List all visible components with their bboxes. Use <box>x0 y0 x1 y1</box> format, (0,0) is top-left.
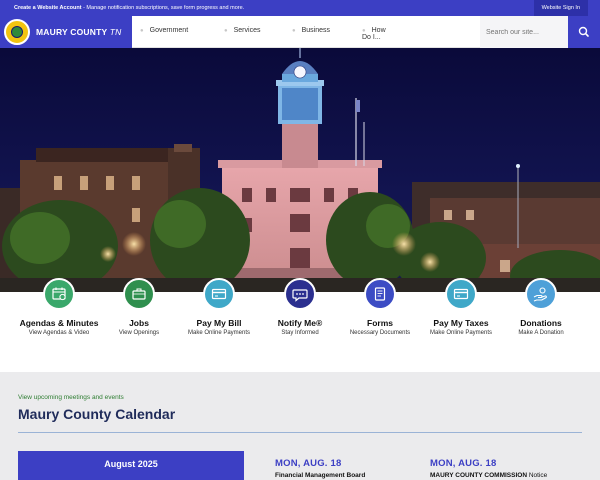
event-name-bold: Financial Management Board <box>275 472 366 479</box>
account-message: Create a Website Account - Manage notifi… <box>14 5 244 11</box>
briefcase-icon <box>123 278 155 310</box>
nav-item-label: Government <box>149 27 189 34</box>
quick-link-title: Notify Me® <box>277 318 323 328</box>
calendar-kicker-link[interactable]: View upcoming meetings and events <box>18 394 124 401</box>
event-name: MAURY COUNTY COMMISSION Notice <box>430 472 580 479</box>
event-name-rest: Notice <box>527 472 548 479</box>
nav-item-government[interactable]: ● Government <box>140 27 188 34</box>
search-box <box>480 16 568 48</box>
event-name: Financial Management Board <box>275 472 425 479</box>
quick-link-title: Agendas & Minutes <box>19 318 99 328</box>
bullet-icon: ● <box>292 28 296 34</box>
quick-link-agendas-minutes[interactable]: Agendas & Minutes View Agendas & Video <box>19 278 99 336</box>
create-account-link[interactable]: Create a Website Account <box>14 5 82 11</box>
county-name: MAURY COUNTY <box>36 27 108 37</box>
donation-hand-icon <box>525 278 557 310</box>
calendar-event[interactable]: MON, AUG. 18 Financial Management Board <box>275 458 425 479</box>
quick-link-subtitle: Necessary Documents <box>349 330 411 336</box>
calendar-section: View upcoming meetings and events Maury … <box>0 372 600 480</box>
divider <box>18 432 582 433</box>
quick-link-subtitle: View Agendas & Video <box>28 330 90 336</box>
quick-link-title: Pay My Bill <box>196 318 242 328</box>
nav-item-services[interactable]: ● Services <box>224 27 260 34</box>
hero-courthouse-image <box>0 48 600 292</box>
sign-in-button[interactable]: Website Sign In <box>533 0 588 16</box>
nav-item-label: Business <box>301 27 331 34</box>
calendar-title: Maury County Calendar <box>18 406 176 422</box>
quick-link-pay-my-taxes[interactable]: Pay My Taxes Make Online Payments <box>421 278 501 336</box>
quick-link-subtitle: Make Online Payments <box>187 330 251 336</box>
calendar-icon <box>43 278 75 310</box>
search-input[interactable] <box>486 26 566 38</box>
quick-link-pay-my-bill[interactable]: Pay My Bill Make Online Payments <box>179 278 259 336</box>
chat-bubble-icon <box>284 278 316 310</box>
search-button[interactable] <box>568 16 600 48</box>
event-date: MON, AUG. 18 <box>430 458 497 469</box>
county-seal-icon <box>4 19 30 45</box>
bullet-icon: ● <box>224 28 228 34</box>
bullet-icon: ● <box>140 28 144 34</box>
quick-link-jobs[interactable]: Jobs View Openings <box>99 278 179 336</box>
quick-link-title: Jobs <box>129 318 149 328</box>
document-icon <box>364 278 396 310</box>
state-abbrev: TN <box>109 27 122 37</box>
quick-links: Agendas & Minutes View Agendas & Video J… <box>0 278 600 372</box>
nav-item-how-do-i[interactable]: ● How Do I... <box>362 27 386 41</box>
quick-link-subtitle: Stay Informed <box>281 330 319 336</box>
site-header: MAURY COUNTY TN ● Government ● Services ● B… <box>0 16 600 48</box>
nav-item-label: Services <box>233 27 261 34</box>
credit-card-icon <box>203 278 235 310</box>
brand-logo-link[interactable]: MAURY COUNTY TN <box>0 16 132 48</box>
quick-link-donations[interactable]: Donations Make A Donation <box>501 278 581 336</box>
quick-link-title: Forms <box>367 318 393 328</box>
quick-link-notify-me[interactable]: Notify Me® Stay Informed <box>260 278 340 336</box>
quick-link-subtitle: Make A Donation <box>518 330 564 336</box>
month-picker-button[interactable]: August 2025 <box>18 451 244 480</box>
utility-bar: Create a Website Account - Manage notifi… <box>0 0 600 16</box>
create-account-description: - Manage notification subscriptions, sav… <box>81 5 245 11</box>
search-icon <box>578 26 589 37</box>
quick-link-subtitle: Make Online Payments <box>429 330 493 336</box>
calendar-event[interactable]: MON, AUG. 18 MAURY COUNTY COMMISSION Not… <box>430 458 580 479</box>
quick-link-subtitle: View Openings <box>118 330 160 336</box>
quick-link-forms[interactable]: Forms Necessary Documents <box>340 278 420 336</box>
quick-link-title: Pay My Taxes <box>433 318 489 328</box>
site-name: MAURY COUNTY TN <box>36 27 122 37</box>
nav-item-business[interactable]: ● Business <box>292 27 330 34</box>
quick-link-title: Donations <box>520 318 562 328</box>
credit-card-icon <box>445 278 477 310</box>
event-name-bold: MAURY COUNTY COMMISSION <box>430 472 528 479</box>
event-date: MON, AUG. 18 <box>275 458 342 469</box>
